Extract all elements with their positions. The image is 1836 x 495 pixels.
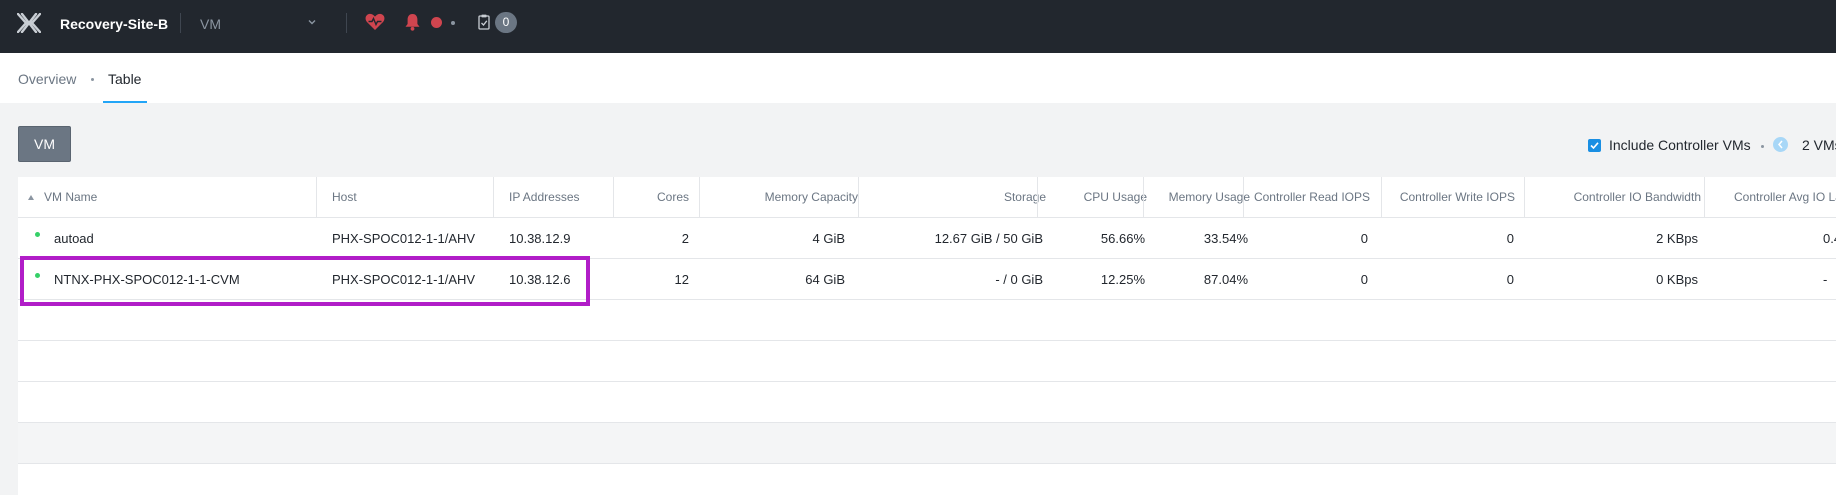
cpu-usage-cell: 56.66% <box>1100 231 1145 246</box>
column-divider[interactable] <box>1243 177 1244 218</box>
controller-io-bandwidth-cell: 2 KBps <box>1656 231 1698 246</box>
column-divider[interactable] <box>858 177 859 218</box>
tasks-clipboard-icon[interactable] <box>478 14 490 30</box>
divider <box>180 13 181 33</box>
memory-capacity-cell: 64 GiB <box>805 272 845 287</box>
column-divider[interactable] <box>1381 177 1382 218</box>
controller-avg-io-latency-cell: 0.47 ms <box>1823 231 1836 246</box>
tab-separator <box>91 78 94 81</box>
tab-table[interactable]: Table <box>108 71 141 87</box>
controller-read-iops-cell: 0 <box>1360 231 1368 246</box>
health-heart-icon[interactable] <box>365 13 385 31</box>
vm-button[interactable]: VM <box>18 126 71 162</box>
column-divider[interactable] <box>613 177 614 218</box>
vm-count: 2 VMs <box>1802 137 1836 153</box>
empty-table-row <box>18 382 1836 423</box>
table-header: VM Name Host IP Addresses Cores Memory C… <box>18 177 1836 218</box>
host-cell[interactable]: PHX-SPOC012-1-1/AHV <box>332 218 492 259</box>
column-header-cpu-usage[interactable]: CPU Usage <box>1042 177 1147 218</box>
column-header-memory-usage[interactable]: Memory Usage <box>1150 177 1250 218</box>
toolbar-separator <box>1761 145 1764 148</box>
previous-page-icon[interactable] <box>1773 137 1788 152</box>
column-header-host[interactable]: Host <box>332 177 492 218</box>
column-header-controller-read-iops[interactable]: Controller Read IOPS <box>1250 177 1370 218</box>
table-row-cvm[interactable]: NTNX-PHX-SPOC012-1-1-CVM PHX-SPOC012-1-1… <box>18 259 1836 300</box>
column-header-cores[interactable]: Cores <box>618 177 689 218</box>
cpu-usage-cell: 12.25% <box>1100 272 1145 287</box>
controller-io-bandwidth-cell: 0 KBps <box>1656 272 1698 287</box>
controller-avg-io-latency-cell: - <box>1823 272 1828 287</box>
column-header-memory-capacity[interactable]: Memory Capacity <box>708 177 858 218</box>
warning-alert-indicator[interactable] <box>451 21 455 25</box>
ip-address-cell: 10.38.12.9 <box>509 231 571 246</box>
memory-capacity-cell: 4 GiB <box>812 231 845 246</box>
empty-table-row <box>18 300 1836 341</box>
host-cell[interactable]: PHX-SPOC012-1-1/AHV <box>332 259 492 300</box>
memory-usage-cell: 87.04% <box>1203 272 1248 287</box>
column-divider[interactable] <box>316 177 317 218</box>
cores-cell: 2 <box>681 231 689 246</box>
divider <box>346 13 347 33</box>
vm-name-cell[interactable]: autoad <box>54 218 309 259</box>
column-header-ip-addresses[interactable]: IP Addresses <box>509 177 609 218</box>
column-header-storage[interactable]: Storage <box>868 177 1046 218</box>
entity-select[interactable]: VM <box>200 16 221 32</box>
nutanix-logo-icon[interactable] <box>17 13 41 33</box>
storage-cell: 12.67 GiB / 50 GiB <box>934 231 1043 246</box>
column-divider[interactable] <box>1704 177 1705 218</box>
sub-navigation: Overview Table <box>0 53 1836 103</box>
cores-cell: 12 <box>674 272 689 287</box>
checkmark-icon <box>1590 142 1599 150</box>
sort-ascending-icon[interactable] <box>28 195 34 200</box>
tab-overview[interactable]: Overview <box>18 71 76 87</box>
task-count-badge[interactable]: 0 <box>495 12 517 33</box>
column-header-vm-name[interactable]: VM Name <box>44 177 314 218</box>
table-row-autoad[interactable]: autoad PHX-SPOC012-1-1/AHV 10.38.12.9 2 … <box>18 218 1836 259</box>
controller-write-iops-cell: 0 <box>1506 231 1514 246</box>
active-tab-indicator <box>103 101 147 103</box>
include-controller-vms-checkbox[interactable] <box>1588 139 1601 152</box>
storage-cell: - / 0 GiB <box>995 272 1043 287</box>
column-divider[interactable] <box>1524 177 1525 218</box>
empty-table-row <box>18 341 1836 382</box>
column-header-controller-io-bandwidth[interactable]: Controller IO Bandwidth <box>1528 177 1701 218</box>
controller-write-iops-cell: 0 <box>1506 272 1514 287</box>
column-divider[interactable] <box>493 177 494 218</box>
vm-table: VM Name Host IP Addresses Cores Memory C… <box>18 177 1836 495</box>
chevron-down-icon[interactable] <box>307 17 317 27</box>
vm-power-status-dot <box>35 232 40 237</box>
cluster-name[interactable]: Recovery-Site-B <box>60 16 168 32</box>
critical-alert-indicator[interactable] <box>431 17 442 28</box>
column-divider[interactable] <box>1037 177 1038 218</box>
controller-read-iops-cell: 0 <box>1360 272 1368 287</box>
column-header-controller-write-iops[interactable]: Controller Write IOPS <box>1386 177 1515 218</box>
vm-power-status-dot <box>35 273 40 278</box>
column-header-controller-avg-io-latency[interactable]: Controller Avg IO Latency <box>1734 177 1836 218</box>
column-divider[interactable] <box>699 177 700 218</box>
memory-usage-cell: 33.54% <box>1203 231 1248 246</box>
top-bar: Recovery-Site-B VM 0 <box>0 0 1836 53</box>
vm-name-cell[interactable]: NTNX-PHX-SPOC012-1-1-CVM <box>54 259 309 300</box>
empty-table-row <box>18 423 1836 464</box>
bell-icon[interactable] <box>404 13 421 31</box>
include-controller-vms-label[interactable]: Include Controller VMs <box>1609 137 1751 153</box>
ip-address-cell: 10.38.12.6 <box>509 272 571 287</box>
column-divider[interactable] <box>1143 177 1144 218</box>
